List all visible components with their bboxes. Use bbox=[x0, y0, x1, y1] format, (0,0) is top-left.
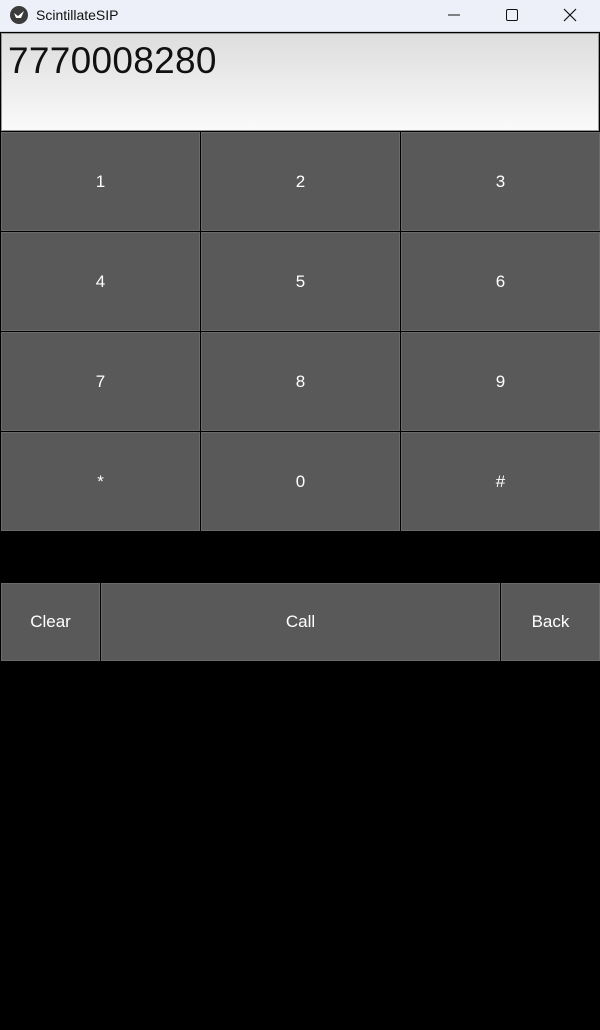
key-7[interactable]: 7 bbox=[1, 332, 200, 431]
title-bar: ScintillateSIP bbox=[0, 0, 600, 32]
close-button[interactable] bbox=[541, 0, 599, 30]
maximize-button[interactable] bbox=[483, 0, 541, 30]
key-2[interactable]: 2 bbox=[201, 132, 400, 231]
key-hash[interactable]: # bbox=[401, 432, 600, 531]
key-8[interactable]: 8 bbox=[201, 332, 400, 431]
key-star[interactable]: * bbox=[1, 432, 200, 531]
close-icon bbox=[563, 8, 577, 22]
number-display[interactable]: 7770008280 bbox=[1, 33, 599, 131]
key-6[interactable]: 6 bbox=[401, 232, 600, 331]
clear-button[interactable]: Clear bbox=[1, 583, 100, 661]
call-button[interactable]: Call bbox=[101, 583, 500, 661]
key-0[interactable]: 0 bbox=[201, 432, 400, 531]
back-button[interactable]: Back bbox=[501, 583, 600, 661]
key-3[interactable]: 3 bbox=[401, 132, 600, 231]
kivy-app-icon bbox=[10, 6, 28, 24]
key-4[interactable]: 4 bbox=[1, 232, 200, 331]
dialed-number: 7770008280 bbox=[8, 40, 217, 81]
maximize-icon bbox=[506, 9, 518, 21]
minimize-button[interactable] bbox=[425, 0, 483, 30]
key-5[interactable]: 5 bbox=[201, 232, 400, 331]
key-9[interactable]: 9 bbox=[401, 332, 600, 431]
key-1[interactable]: 1 bbox=[1, 132, 200, 231]
minimize-icon bbox=[448, 14, 460, 16]
window-title: ScintillateSIP bbox=[36, 7, 119, 23]
